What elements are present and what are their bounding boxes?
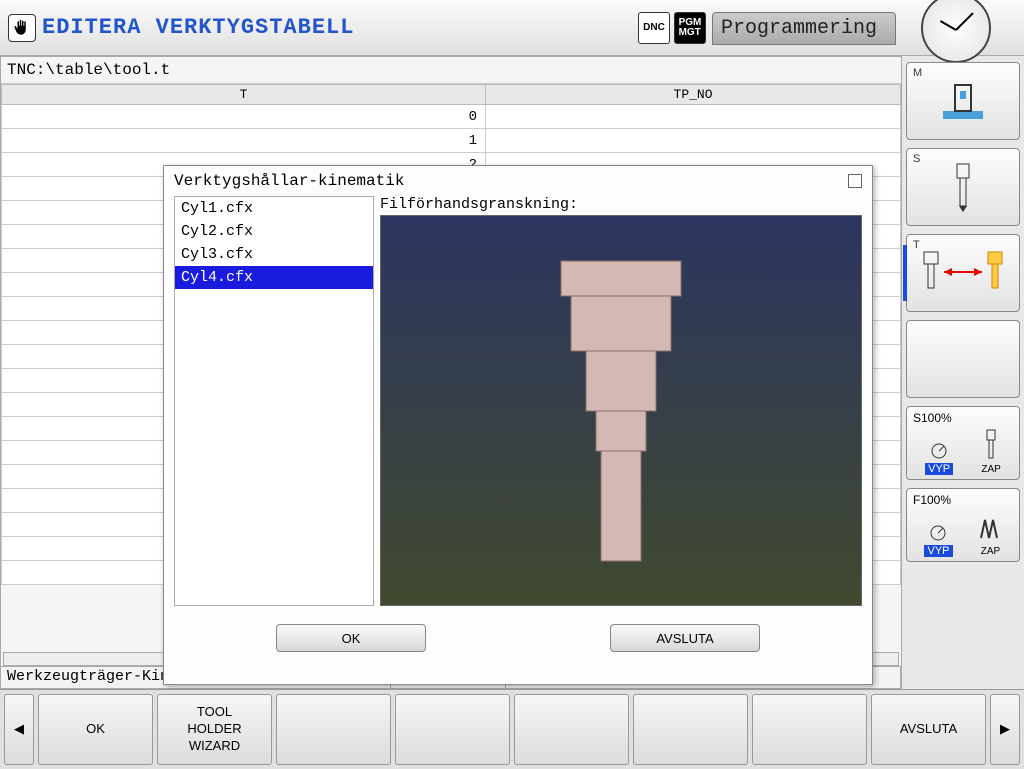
m-button[interactable]: M xyxy=(906,62,1020,140)
file-path: TNC:\table\tool.t xyxy=(1,57,901,84)
preview-box xyxy=(380,215,862,606)
dialog-title: Verktygshållar-kinematik xyxy=(174,172,404,190)
tool-holder-preview-icon xyxy=(531,251,711,571)
dnc-badge[interactable]: DNC xyxy=(638,12,670,44)
softkey-6[interactable] xyxy=(633,694,748,765)
hand-icon[interactable] xyxy=(8,14,36,42)
ok-button[interactable]: OK xyxy=(276,624,426,652)
softkey-2[interactable]: TOOL HOLDER WIZARD xyxy=(157,694,272,765)
softkey-1[interactable]: OK xyxy=(38,694,153,765)
softkey-7[interactable] xyxy=(752,694,867,765)
softkey-4[interactable] xyxy=(395,694,510,765)
cancel-button[interactable]: AVSLUTA xyxy=(610,624,760,652)
softkey-3[interactable] xyxy=(276,694,391,765)
window-icon[interactable] xyxy=(848,174,862,188)
softkey-next[interactable]: ▶ xyxy=(990,694,1020,765)
s-button[interactable]: S xyxy=(906,148,1020,226)
kinematics-dialog: Verktygshållar-kinematik Cyl1.cfxCyl2.cf… xyxy=(163,165,873,685)
col-t[interactable]: T xyxy=(2,85,486,105)
file-list[interactable]: Cyl1.cfxCyl2.cfxCyl3.cfxCyl4.cfx xyxy=(174,196,374,606)
pgm-mgt-badge[interactable]: PGM MGT xyxy=(674,12,706,44)
clock-zone xyxy=(896,0,1016,63)
file-item[interactable]: Cyl3.cfx xyxy=(175,243,373,266)
t-button[interactable]: T xyxy=(906,234,1020,312)
softkey-bar: ◀ OK TOOL HOLDER WIZARD AVSLUTA ▶ xyxy=(0,689,1024,769)
file-item[interactable]: Cyl1.cfx xyxy=(175,197,373,220)
top-bar: EDITERA VERKTYGSTABELL DNC PGM MGT Progr… xyxy=(0,0,1024,56)
softkey-5[interactable] xyxy=(514,694,629,765)
page-title: EDITERA VERKTYGSTABELL xyxy=(42,15,354,40)
preview-label: Filförhandsgranskning: xyxy=(380,196,862,213)
softkey-prev[interactable]: ◀ xyxy=(4,694,34,765)
clock-icon xyxy=(921,0,991,63)
file-item[interactable]: Cyl4.cfx xyxy=(175,266,373,289)
table-row[interactable]: 1 xyxy=(2,129,901,153)
mode-tab[interactable]: Programmering xyxy=(712,12,896,45)
file-item[interactable]: Cyl2.cfx xyxy=(175,220,373,243)
table-row[interactable]: 0 xyxy=(2,105,901,129)
col-tpno[interactable]: TP_NO xyxy=(486,85,901,105)
blank-button[interactable] xyxy=(906,320,1020,398)
side-panel: M S T S100% VYP ZAP F100% VYP ZAP xyxy=(902,56,1024,689)
s100-button[interactable]: S100% VYP ZAP xyxy=(906,406,1020,480)
work-area: TNC:\table\tool.t T TP_NO 01234567891011… xyxy=(0,56,902,689)
softkey-8[interactable]: AVSLUTA xyxy=(871,694,986,765)
f100-button[interactable]: F100% VYP ZAP xyxy=(906,488,1020,562)
